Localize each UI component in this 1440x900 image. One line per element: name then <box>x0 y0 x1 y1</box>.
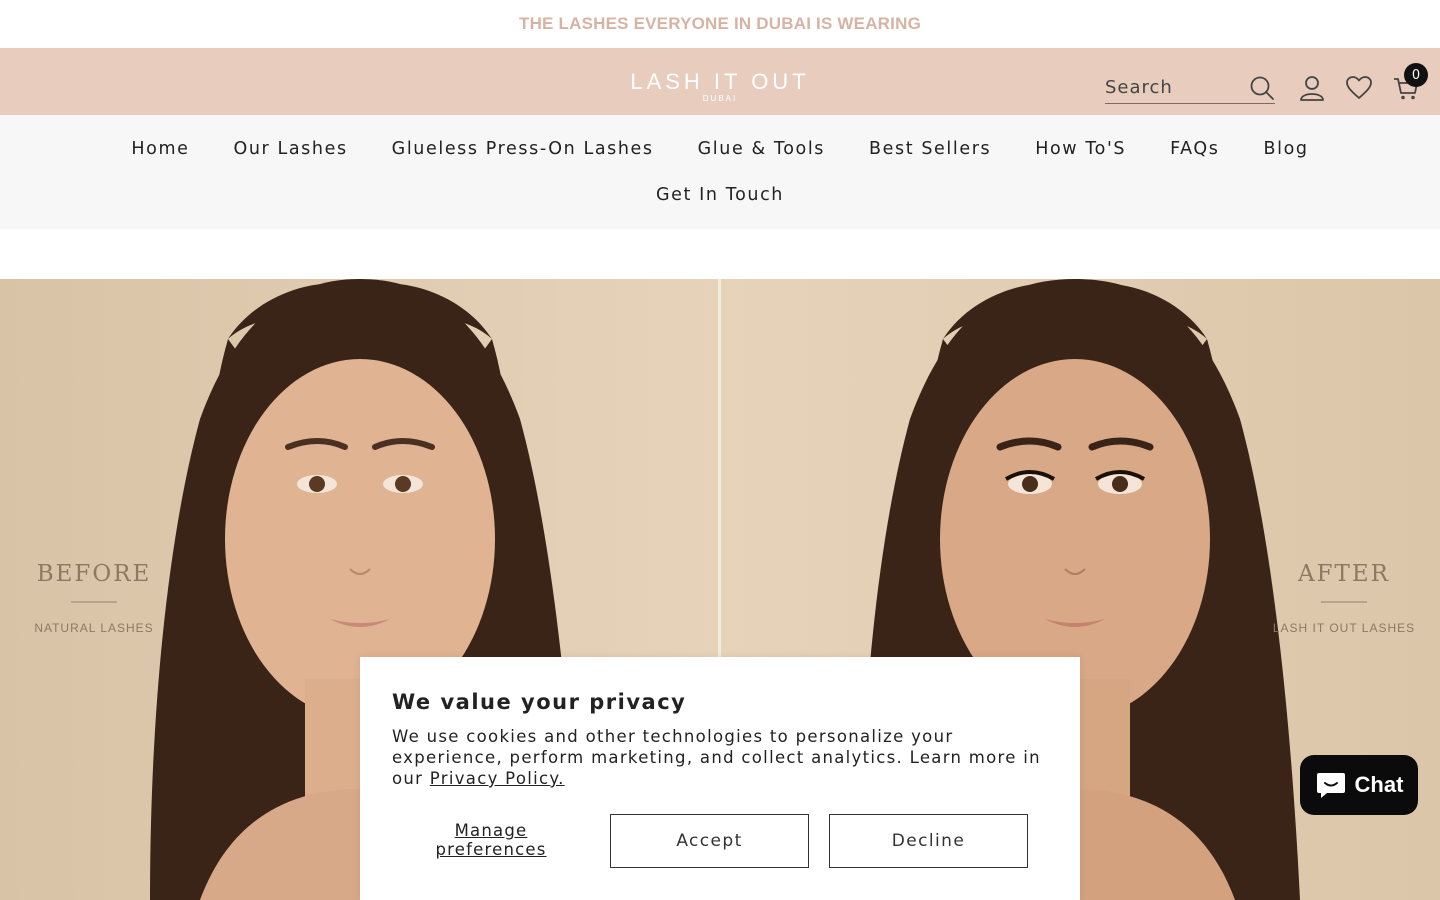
main-navigation: Home Our Lashes Glueless Press-On Lashes… <box>0 115 1440 229</box>
chat-button[interactable]: Chat <box>1300 755 1418 815</box>
before-label: BEFORE NATURAL LASHES <box>18 561 170 635</box>
consent-body: We use cookies and other technologies to… <box>392 726 1052 789</box>
after-subtitle: LASH IT OUT LASHES <box>1272 621 1416 635</box>
wishlist-heart-icon[interactable] <box>1345 74 1373 102</box>
logo-sub-text: DUBAI <box>702 94 738 103</box>
nav-item-glue-tools[interactable]: Glue & Tools <box>698 138 825 160</box>
chat-label: Chat <box>1354 772 1404 797</box>
consent-title: We value your privacy <box>392 690 687 714</box>
before-subtitle: NATURAL LASHES <box>34 621 154 635</box>
nav-item-home[interactable]: Home <box>131 138 189 160</box>
search-icon[interactable] <box>1249 75 1275 101</box>
decline-button[interactable]: Decline <box>829 814 1028 868</box>
accept-button[interactable]: Accept <box>610 814 809 868</box>
privacy-policy-link[interactable]: Privacy Policy. <box>430 769 565 788</box>
nav-item-blog[interactable]: Blog <box>1264 138 1309 160</box>
manage-preferences-button[interactable]: Manage preferences <box>400 821 582 859</box>
nav-item-our-lashes[interactable]: Our Lashes <box>233 138 347 160</box>
announcement-text: THE LASHES EVERYONE IN DUBAI IS WEARING <box>519 14 921 33</box>
chat-bubble-icon <box>1316 773 1345 798</box>
nav-row-secondary: Get In Touch <box>0 184 1440 206</box>
announcement-bar: THE LASHES EVERYONE IN DUBAI IS WEARING <box>0 0 1440 48</box>
logo-main-text: LASH IT OUT <box>630 69 810 94</box>
after-label: AFTER LASH IT OUT LASHES <box>1264 561 1424 635</box>
before-title: BEFORE <box>36 561 152 587</box>
site-header: LASH IT OUT DUBAI <box>0 48 1440 115</box>
after-divider <box>1321 601 1367 603</box>
cart-count-badge: 0 <box>1404 63 1428 87</box>
search-bar <box>1105 72 1275 104</box>
after-title: AFTER <box>1297 561 1391 587</box>
nav-item-get-in-touch[interactable]: Get In Touch <box>656 184 784 206</box>
before-divider <box>71 601 117 603</box>
nav-row-primary: Home Our Lashes Glueless Press-On Lashes… <box>0 138 1440 160</box>
nav-item-glueless-press-on-lashes[interactable]: Glueless Press-On Lashes <box>392 138 654 160</box>
site-logo[interactable]: LASH IT OUT DUBAI <box>620 70 820 103</box>
search-input[interactable] <box>1105 73 1245 102</box>
nav-item-best-sellers[interactable]: Best Sellers <box>869 138 991 160</box>
nav-item-how-tos[interactable]: How To'S <box>1035 138 1126 160</box>
account-icon[interactable] <box>1298 74 1326 102</box>
cookie-consent-banner: We value your privacy We use cookies and… <box>360 657 1080 900</box>
nav-item-faqs[interactable]: FAQs <box>1170 138 1219 160</box>
